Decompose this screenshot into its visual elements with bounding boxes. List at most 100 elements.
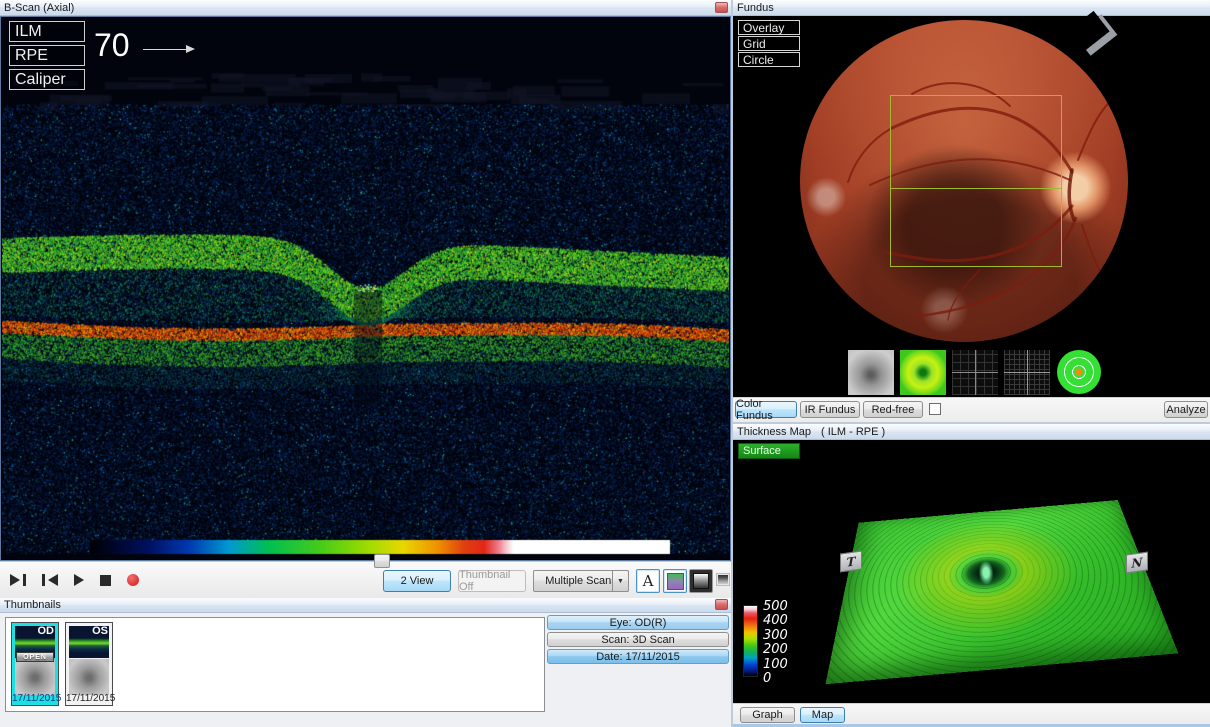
multiple-scans-dropdown-arrow[interactable]: ▼ [612, 570, 629, 592]
skip-to-start-icon[interactable] [42, 574, 58, 586]
color-fundus-label: Color Fundus [736, 398, 796, 422]
chevron-down-icon: ▼ [617, 578, 624, 585]
nasal-label: N [1126, 551, 1148, 573]
scan-info-label: Scan: 3D Scan [601, 634, 674, 646]
fundus-header: Fundus [733, 0, 1210, 16]
grayscale-palette-button[interactable] [689, 569, 713, 593]
rpe-label: RPE [15, 47, 48, 65]
map-button[interactable]: Map [800, 707, 845, 723]
bscan-toolbar: 2 View Thumbnail Off Multiple Scans ▼ A [0, 561, 731, 598]
surface-button[interactable]: Surface [738, 443, 800, 459]
thumbnail-off-button[interactable]: Thumbnail Off [458, 570, 526, 592]
ilm-button[interactable]: ILM [9, 21, 85, 42]
bscan-image[interactable] [2, 18, 729, 559]
play-icon[interactable] [74, 574, 84, 586]
stop-icon[interactable] [100, 575, 111, 586]
graph-label: Graph [752, 709, 783, 721]
thumbnail-os-fundus-image [69, 659, 109, 695]
circle-label: Circle [743, 53, 774, 67]
record-icon[interactable] [127, 574, 139, 586]
thumbnail-od[interactable]: OD OPEN 17/11/2015 [11, 622, 59, 706]
playback-controls [10, 574, 139, 586]
thumbnail-os[interactable]: OS 17/11/2015 [65, 622, 113, 706]
thumbnails-listbox: OD OPEN 17/11/2015 OS 17/11/2015 [5, 617, 545, 712]
fundus-checkbox[interactable] [929, 403, 941, 415]
fundus-mode-strip: Color Fundus IR Fundus Red-free Analyze [733, 397, 1210, 422]
surface-label: Surface [743, 445, 781, 457]
etdrs-rings-icon [1057, 350, 1101, 394]
thickness-map-subtitle: ( ILM - RPE ) [821, 426, 885, 438]
red-free-label: Red-free [872, 404, 915, 416]
bscan-panel: B-Scan (Axial) ILM RPE Caliper 70 2 View… [0, 0, 731, 598]
fundus-panel: Fundus [733, 0, 1210, 422]
circle-button[interactable]: Circle [738, 52, 800, 67]
date-info-label: Date: 17/11/2015 [596, 651, 680, 663]
stripe-palette-button[interactable] [716, 573, 730, 586]
thickness-map-header: Thickness Map ( ILM - RPE ) [733, 424, 1210, 440]
thumbnails-header: Thumbnails [0, 598, 731, 613]
two-view-button[interactable]: 2 View [383, 570, 451, 592]
thumbnail-od-open-badge: OPEN [16, 652, 54, 662]
etdrs-circle-thumb[interactable] [1056, 350, 1102, 395]
fundus-image-area: Overlay Grid Circle [733, 16, 1210, 398]
overlay-button[interactable]: Overlay [738, 20, 800, 35]
grid-thumb[interactable] [952, 350, 998, 395]
thumbnail-os-eye-label: OS [92, 625, 108, 637]
fine-grid-thumb[interactable] [1004, 350, 1050, 395]
graph-button[interactable]: Graph [740, 707, 795, 723]
thickness-map-panel: Thickness Map ( ILM - RPE ) Surface T N … [733, 424, 1210, 727]
analyze-button[interactable]: Analyze [1164, 401, 1208, 418]
bscan-close-icon[interactable] [715, 2, 728, 13]
thumbnail-od-date: 17/11/2015 [12, 693, 58, 704]
multiple-scans-label: Multiple Scans [545, 575, 617, 587]
scale-label-200: 200 [763, 642, 788, 657]
analyze-label: Analyze [1166, 404, 1205, 416]
skip-to-end-icon[interactable] [10, 574, 26, 586]
thickness-map-thumb[interactable] [900, 350, 946, 395]
color-fundus-button[interactable]: Color Fundus [735, 401, 797, 418]
thumbnails-close-icon[interactable] [715, 599, 728, 610]
scale-label-300: 300 [763, 628, 788, 643]
scan-info-button[interactable]: Scan: 3D Scan [547, 632, 729, 647]
bscan-header: B-Scan (Axial) [0, 0, 731, 16]
grayscale-gradient-icon [693, 573, 709, 589]
thumbnail-od-eye-label: OD [38, 625, 55, 637]
scale-label-0: 0 [763, 671, 771, 686]
color-palette-button[interactable] [663, 569, 687, 593]
grid-button[interactable]: Grid [738, 36, 800, 51]
eye-info-label: Eye: OD(R) [610, 617, 667, 629]
frame-arrow-icon [143, 49, 187, 50]
thickness-color-scale [743, 605, 758, 677]
ir-fundus-button[interactable]: IR Fundus [800, 401, 860, 418]
thumbnail-od-fundus-image [15, 659, 55, 695]
thumbnail-os-date: 17/11/2015 [66, 693, 112, 704]
overlay-label: Overlay [743, 21, 784, 35]
scale-label-100: 100 [763, 657, 788, 672]
thickness-3d-surface[interactable] [825, 500, 1178, 684]
thickness-map-area: Surface T N 500 400 300 200 100 0 [733, 440, 1210, 703]
stripe-icon [718, 575, 728, 584]
thickness-map-title: Thickness Map [737, 426, 811, 438]
scan-region-divider [891, 188, 1061, 189]
rpe-button[interactable]: RPE [9, 45, 85, 66]
bscan-slider-handle[interactable] [374, 554, 390, 568]
nasal-letter: N [1132, 555, 1143, 571]
annotation-toggle-button[interactable]: A [636, 569, 660, 593]
ir-fundus-thumb[interactable] [848, 350, 894, 395]
thumbnail-off-label: Thumbnail Off [459, 569, 525, 593]
scale-label-500: 500 [763, 599, 788, 614]
temporal-label: T [840, 550, 862, 572]
scan-region-overlay[interactable] [890, 95, 1062, 267]
bscan-title: B-Scan (Axial) [4, 2, 74, 14]
eye-info-button[interactable]: Eye: OD(R) [547, 615, 729, 630]
scale-label-400: 400 [763, 613, 788, 628]
annotation-a-icon: A [643, 572, 654, 590]
bscan-image-area: ILM RPE Caliper 70 [0, 16, 731, 561]
red-free-button[interactable]: Red-free [863, 401, 923, 418]
date-info-button[interactable]: Date: 17/11/2015 [547, 649, 729, 664]
caliper-button[interactable]: Caliper [9, 69, 85, 90]
grid-label: Grid [743, 37, 766, 51]
two-view-label: 2 View [401, 575, 434, 587]
ir-fundus-label: IR Fundus [805, 404, 856, 416]
thickness-bottom-strip: Graph Map [733, 703, 1210, 727]
